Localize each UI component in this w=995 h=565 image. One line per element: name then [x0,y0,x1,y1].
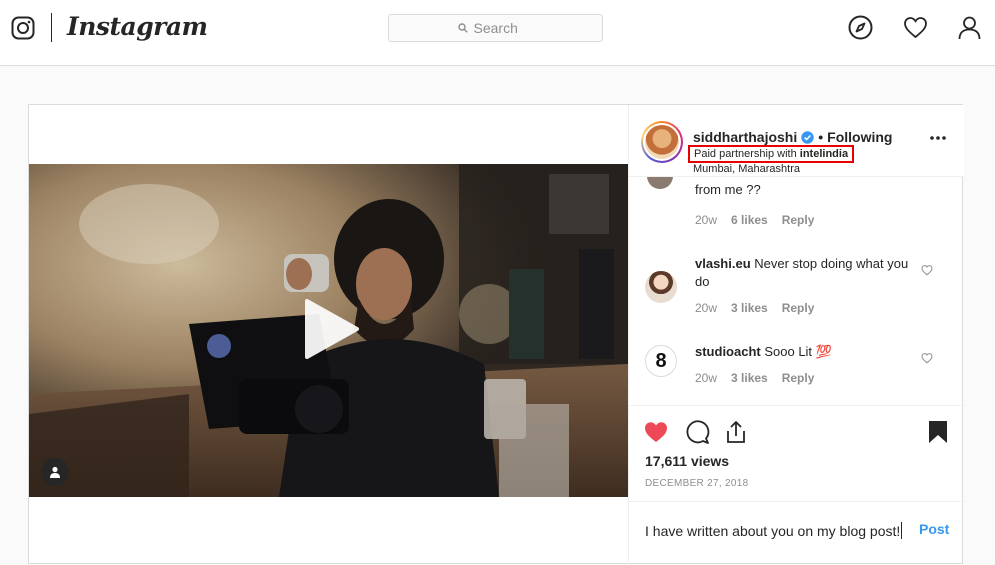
search-icon [457,23,468,33]
post-date: DECEMBER 27, 2018 [645,478,749,489]
reply-button[interactable]: Reply [782,371,815,385]
comment-input-value: I have written about you on my blog post… [645,523,901,539]
comment-like-icon[interactable] [921,352,933,364]
paid-partnership-label: Paid partnership with intelindia [688,145,855,163]
top-navigation: Instagram [0,0,995,66]
follow-separator: • [818,129,824,145]
share-icon[interactable] [723,419,749,445]
partnership-prefix: Paid partnership with [694,148,800,160]
comment-input[interactable]: I have written about you on my blog post… [645,522,903,539]
author-row: siddharthajoshi • Following [693,129,892,145]
more-options-icon[interactable] [929,135,947,141]
comment-text: vlashi.eu Never stop doing what you do [695,255,915,291]
author-username[interactable]: siddharthajoshi [693,129,797,145]
post-comment-button[interactable]: Post [919,521,949,537]
comment-avatar[interactable] [647,177,673,189]
comment-meta: 20w 6 likes Reply [695,213,814,227]
comment-bubble-icon[interactable] [684,419,710,445]
post-header: siddharthajoshi • Following Paid partner… [629,105,964,177]
person-icon [50,466,60,478]
author-avatar[interactable] [641,121,683,163]
comment-age: 20w [695,213,718,227]
comment-likes[interactable]: 3 likes [731,301,768,315]
reply-button[interactable]: Reply [782,301,815,315]
comment-likes[interactable]: 6 likes [731,213,768,227]
comment-meta: 20w 3 likes Reply [695,301,814,315]
verified-badge-icon [801,130,814,144]
post-video[interactable] [29,164,628,497]
comments-list[interactable]: from me ?? 20w 6 likes Reply vlashi.eu N… [629,177,964,405]
post-card: siddharthajoshi • Following Paid partner… [28,104,964,565]
search-input[interactable] [473,20,534,36]
tagged-users-button[interactable] [41,458,69,486]
view-count[interactable]: 17,611 views [645,453,729,469]
comment-like-icon[interactable] [921,264,933,276]
search-box[interactable] [388,14,603,42]
avatar-glyph: 8 [655,349,667,372]
compass-icon[interactable] [848,15,873,40]
comment-body: Sooo Lit 💯 [760,344,832,359]
like-heart-icon[interactable] [643,419,669,445]
save-bookmark-icon[interactable] [925,419,951,445]
instagram-glyph-icon[interactable] [11,16,35,40]
comment-text: studioacht Sooo Lit 💯 [695,343,915,361]
comment-avatar[interactable]: 8 [645,345,677,377]
comment-meta: 20w 3 likes Reply [695,371,814,385]
comment-composer[interactable]: I have written about you on my blog post… [629,501,964,565]
instagram-wordmark[interactable]: Instagram [67,12,208,41]
heart-icon[interactable] [903,15,928,40]
play-button-icon[interactable] [301,297,361,361]
comment-age: 20w [695,301,718,315]
following-button[interactable]: Following [827,129,892,145]
profile-icon[interactable] [957,15,982,40]
comment-username[interactable]: studioacht [695,344,761,359]
reply-button[interactable]: Reply [782,213,815,227]
text-caret [901,522,903,539]
post-actions: 17,611 views DECEMBER 27, 2018 [629,405,964,501]
nav-divider [51,13,52,42]
post-sidebar: siddharthajoshi • Following Paid partner… [628,105,964,565]
comment-age: 20w [695,371,718,385]
post-location[interactable]: Mumbai, Maharashtra [693,163,800,175]
comment-text: from me ?? [695,182,761,197]
partner-link[interactable]: intelindia [800,148,848,160]
comment-likes[interactable]: 3 likes [731,371,768,385]
comment-avatar[interactable] [645,271,677,303]
comment-username[interactable]: vlashi.eu [695,256,751,271]
